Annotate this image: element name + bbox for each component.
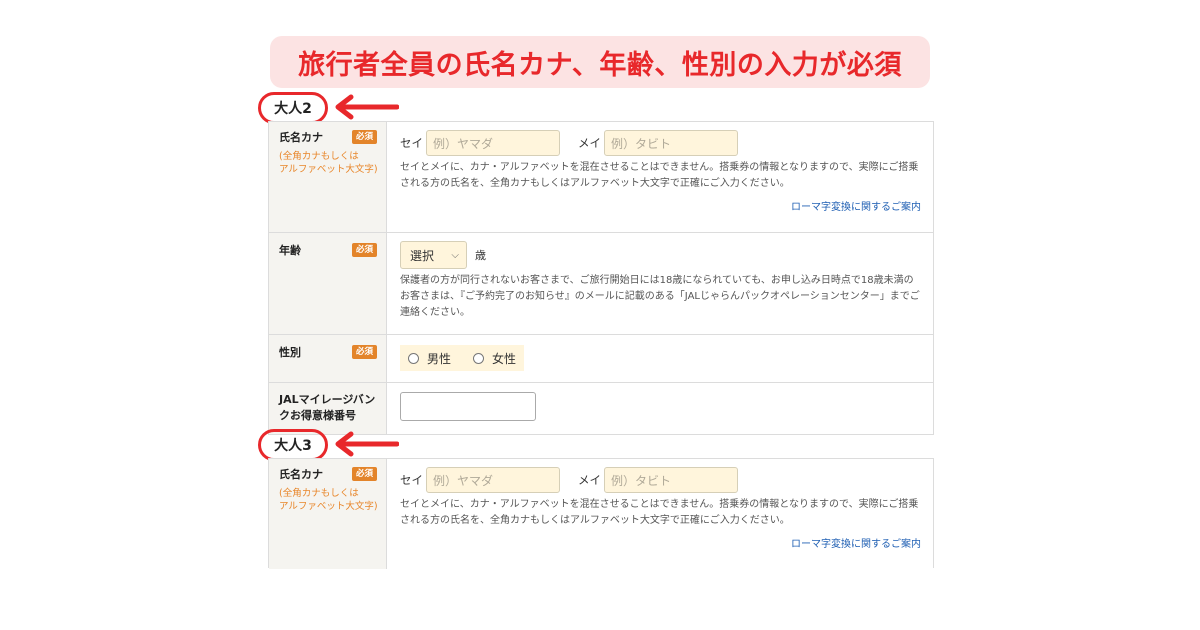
required-badge: 必須	[351, 467, 377, 481]
gender-row: 性別 必須 男性 女性	[269, 335, 933, 383]
name-kana-note: セイとメイに、カナ・アルファベットを混在させることはできません。搭乗券の情報とな…	[400, 499, 919, 526]
required-badge: 必須	[351, 130, 377, 144]
sei-input[interactable]: 例）ヤマダ	[426, 130, 560, 156]
gender-male-label: 男性	[427, 351, 452, 366]
gender-male-option[interactable]: 男性	[408, 350, 451, 367]
age-unit: 歳	[475, 249, 486, 262]
name-kana-hint: (全角カナもしくは アルファベット大文字)	[279, 488, 378, 512]
radio-circle-icon[interactable]	[473, 352, 485, 364]
name-kana-header: 氏名カナ 必須 (全角カナもしくは アルファベット大文字)	[269, 122, 387, 232]
gender-cell: 男性 女性	[387, 335, 933, 382]
mileage-row: JALマイレージバンクお得意様番号	[269, 383, 933, 434]
mileage-title: JALマイレージバンクお得意様番号	[279, 393, 376, 422]
radio-circle-icon[interactable]	[408, 352, 419, 364]
name-kana-cell: セイ 例）ヤマダ メイ 例）タビト セイとメイに、カナ・アルファベットを混在させ…	[387, 122, 933, 232]
gender-female-label: 女性	[492, 351, 517, 366]
section-label-adult-3: 大人3	[258, 429, 328, 461]
age-note: 保護者の方が同行されないお客さまで、ご旅行開始日には18歳になられていても、お申…	[400, 275, 920, 318]
mileage-number-input[interactable]	[400, 392, 536, 421]
left-arrow-icon	[335, 94, 399, 120]
gender-female-option[interactable]: 女性	[473, 350, 516, 367]
left-arrow-icon	[335, 431, 399, 457]
section-label-adult-2: 大人2	[258, 92, 328, 124]
mei-input[interactable]: 例）タビト	[604, 467, 738, 493]
required-badge: 必須	[351, 345, 377, 359]
name-kana-note: セイとメイに、カナ・アルファベットを混在させることはできません。搭乗券の情報とな…	[400, 162, 919, 189]
mei-label: メイ	[578, 136, 601, 150]
gender-header: 性別 必須	[269, 335, 387, 382]
age-row: 年齢 必須 選択 ⌵ 歳 保護者の方が同行されないお客さまで、ご旅行開始日には1…	[269, 233, 933, 335]
required-notice-banner: 旅行者全員の氏名カナ、年齢、性別の入力が必須	[270, 36, 930, 88]
name-kana-row: 氏名カナ 必須 (全角カナもしくは アルファベット大文字) セイ 例）ヤマダ メ…	[269, 459, 933, 569]
age-cell: 選択 ⌵ 歳 保護者の方が同行されないお客さまで、ご旅行開始日には18歳になられ…	[387, 233, 933, 334]
name-kana-header: 氏名カナ 必須 (全角カナもしくは アルファベット大文字)	[269, 459, 387, 569]
mileage-header: JALマイレージバンクお得意様番号	[269, 383, 387, 434]
name-kana-cell: セイ 例）ヤマダ メイ 例）タビト セイとメイに、カナ・アルファベットを混在させ…	[387, 459, 933, 569]
adult-3-form: 氏名カナ 必須 (全角カナもしくは アルファベット大文字) セイ 例）ヤマダ メ…	[268, 458, 934, 569]
chevron-down-icon: ⌵	[451, 249, 459, 261]
sei-input[interactable]: 例）ヤマダ	[426, 467, 560, 493]
mei-input[interactable]: 例）タビト	[604, 130, 738, 156]
age-header: 年齢 必須	[269, 233, 387, 334]
gender-radio-group: 男性 女性	[400, 345, 525, 371]
required-badge: 必須	[351, 243, 377, 257]
mei-label: メイ	[578, 473, 601, 487]
sei-label: セイ	[400, 473, 423, 487]
age-select[interactable]: 選択 ⌵	[400, 241, 467, 269]
name-kana-row: 氏名カナ 必須 (全角カナもしくは アルファベット大文字) セイ 例）ヤマダ メ…	[269, 122, 933, 233]
romaji-guide-link[interactable]: ローマ字変換に関するご案内	[791, 202, 921, 213]
name-kana-hint: (全角カナもしくは アルファベット大文字)	[279, 151, 378, 175]
sei-label: セイ	[400, 136, 423, 150]
age-select-value: 選択	[410, 248, 435, 263]
adult-2-form: 氏名カナ 必須 (全角カナもしくは アルファベット大文字) セイ 例）ヤマダ メ…	[268, 121, 934, 435]
romaji-guide-link[interactable]: ローマ字変換に関するご案内	[791, 539, 921, 550]
mileage-cell	[387, 383, 933, 434]
